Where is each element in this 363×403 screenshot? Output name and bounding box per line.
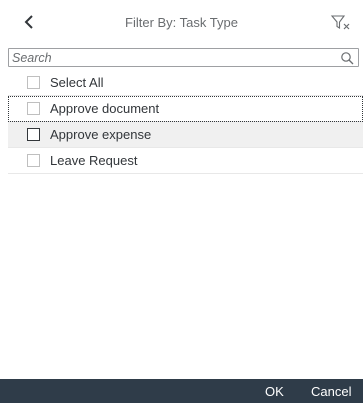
list-item-label: Approve expense xyxy=(50,127,152,142)
list-item-label: Approve document xyxy=(50,101,160,116)
cancel-button[interactable]: Cancel xyxy=(311,384,351,399)
list-item-select-all[interactable]: Select All xyxy=(8,70,363,96)
dialog-header: Filter By: Task Type xyxy=(0,0,363,44)
clear-filter-icon xyxy=(330,15,350,30)
list-item-approve-expense[interactable]: Approve expense xyxy=(8,122,363,148)
dialog-footer: OK Cancel xyxy=(0,379,363,403)
list-item-approve-document[interactable]: Approve document xyxy=(8,96,363,122)
list-item-leave-request[interactable]: Leave Request xyxy=(8,148,363,174)
approve-expense-checkbox[interactable] xyxy=(27,128,40,141)
filter-dialog: Filter By: Task Type Select All Approve … xyxy=(0,0,363,403)
chevron-left-icon xyxy=(24,15,33,29)
dialog-title: Filter By: Task Type xyxy=(125,15,238,30)
approve-document-checkbox[interactable] xyxy=(27,102,40,115)
select-all-checkbox[interactable] xyxy=(27,76,40,89)
search-input[interactable] xyxy=(9,49,339,66)
list-item-label: Leave Request xyxy=(50,153,138,168)
clear-filter-button[interactable] xyxy=(329,11,353,33)
search-icon[interactable] xyxy=(339,50,355,66)
list-item-label: Select All xyxy=(50,75,104,90)
back-button[interactable] xyxy=(18,11,40,33)
leave-request-checkbox[interactable] xyxy=(27,154,40,167)
ok-button[interactable]: OK xyxy=(265,384,284,399)
task-type-list: Select All Approve document Approve expe… xyxy=(8,70,363,174)
search-field[interactable] xyxy=(8,48,359,67)
